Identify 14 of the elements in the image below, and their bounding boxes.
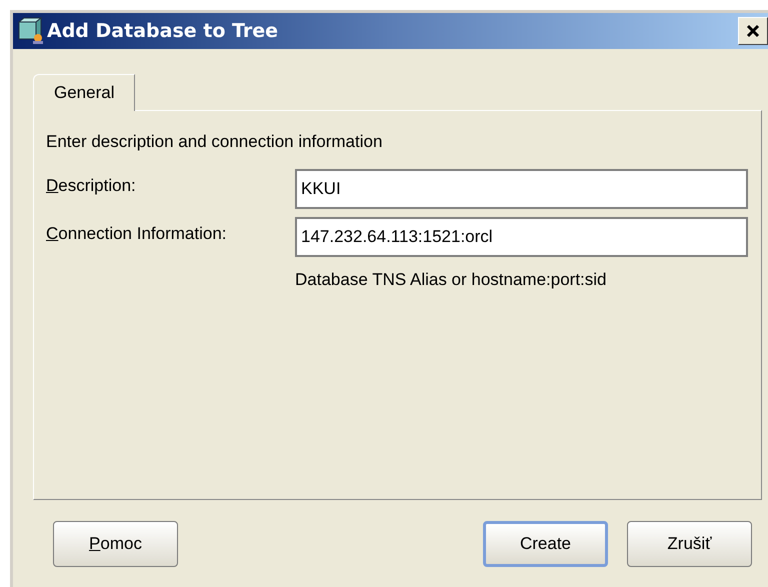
dialog-button[interactable]: Create bbox=[483, 521, 608, 567]
intro-text: Enter description and connection information bbox=[46, 131, 384, 153]
field-label: Connection Information: bbox=[46, 222, 228, 245]
window-title: Add Database to Tree bbox=[47, 18, 278, 44]
close-icon bbox=[745, 23, 761, 39]
dialog-button[interactable]: Zrušiť bbox=[627, 521, 752, 567]
tab[interactable]: General bbox=[33, 74, 136, 111]
hint-text: Database TNS Alias or hostname:port:sid bbox=[295, 268, 608, 290]
close-button[interactable] bbox=[738, 17, 768, 45]
database-icon bbox=[17, 17, 45, 45]
field-label: Description: bbox=[46, 174, 137, 197]
dialog-button[interactable]: Pomoc bbox=[53, 521, 178, 567]
input-field[interactable]: KKUI bbox=[295, 168, 748, 208]
input-field[interactable]: 147.232.64.113:1521:orcl bbox=[295, 216, 748, 256]
